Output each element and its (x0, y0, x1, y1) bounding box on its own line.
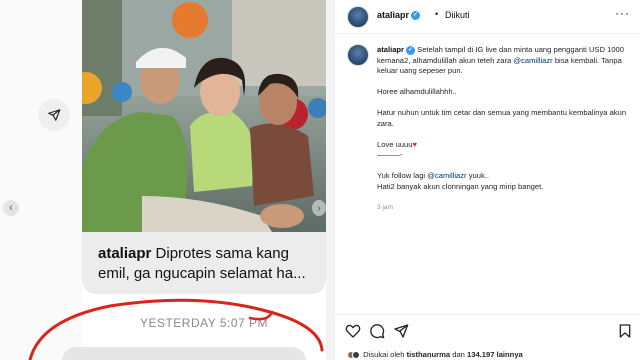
comment-icon[interactable] (369, 323, 385, 339)
heart-emoji-icon: ♥ (412, 139, 417, 149)
post-header: ataliapr ✓ • Diikuti ··· (335, 0, 640, 34)
post-caption: ataliapr ✓ Setelah tampil di IG live dan … (377, 45, 635, 213)
liker-username[interactable]: tisthanurma (407, 350, 450, 359)
verified-badge-icon: ✓ (411, 11, 421, 21)
caption-author-username-text[interactable]: ataliapr (377, 45, 404, 54)
caption-text-4: Love uuuu (377, 139, 413, 149)
caption-divider: ———- (377, 150, 403, 159)
red-annotation-circle (28, 298, 324, 360)
caption-paragraph-5: Yuk follow lagi @camilliazr yuuk.. (377, 171, 635, 182)
caption-paragraph-4: Love uuuu♥ (377, 140, 635, 151)
more-options-icon[interactable]: ··· (615, 6, 630, 20)
verified-badge-icon: ✓ (406, 45, 416, 55)
post-media: ataliapr Diprotes sama kang emil, ga ngu… (0, 0, 334, 360)
mention-link[interactable]: @camilliazr (427, 171, 466, 180)
caption-paragraph-2: Horee alhamdulillahhh.. (377, 87, 457, 96)
liker-avatar (352, 351, 360, 359)
mention-link[interactable]: @camilliazr (513, 56, 552, 65)
post-caption-section: ataliapr ✓ Setelah tampil di IG live dan … (335, 34, 640, 314)
caption-text-5b: yuuk.. (466, 171, 489, 180)
author-avatar[interactable] (347, 6, 369, 28)
share-icon[interactable] (393, 323, 409, 339)
instagram-post-view: ataliapr Diprotes sama kang emil, ga ngu… (0, 0, 640, 360)
likes-prefix: Disukai oleh (363, 350, 405, 359)
heart-icon[interactable] (345, 323, 361, 339)
caption-paragraph-3: Hatur nuhun untuk tim cetar dan semua ya… (377, 108, 627, 128)
header-separator: • (435, 9, 439, 19)
caption-text-5a: Yuk follow lagi (377, 171, 428, 180)
author-username[interactable]: ataliapr ✓ (377, 10, 421, 21)
author-username-text[interactable]: ataliapr (377, 10, 409, 20)
caption-author-avatar[interactable] (347, 44, 369, 66)
likes-summary[interactable]: Disukai oleh tisthanurma dan 134.197 lai… (347, 350, 523, 359)
bookmark-icon[interactable] (617, 323, 633, 339)
caption-paragraph-1: ataliapr ✓ Setelah tampil di IG live dan … (377, 45, 635, 77)
post-actions-bar: Disukai oleh tisthanurma dan 134.197 lai… (335, 314, 640, 360)
likes-suffix[interactable]: lainnya (497, 350, 523, 359)
post-details-panel: ataliapr ✓ • Diikuti ··· ataliapr ✓ Setela… (334, 0, 640, 360)
follow-status-button[interactable]: Diikuti (445, 10, 470, 20)
caption-author-username[interactable]: ataliapr ✓ (377, 45, 416, 55)
caption-paragraph-6: Hati2 banyak akun clonningan yang mirip … (377, 181, 544, 191)
likes-mid: dan (452, 350, 465, 359)
likes-count[interactable]: 134.197 (467, 350, 494, 359)
post-time[interactable]: 3 jam (377, 203, 635, 214)
